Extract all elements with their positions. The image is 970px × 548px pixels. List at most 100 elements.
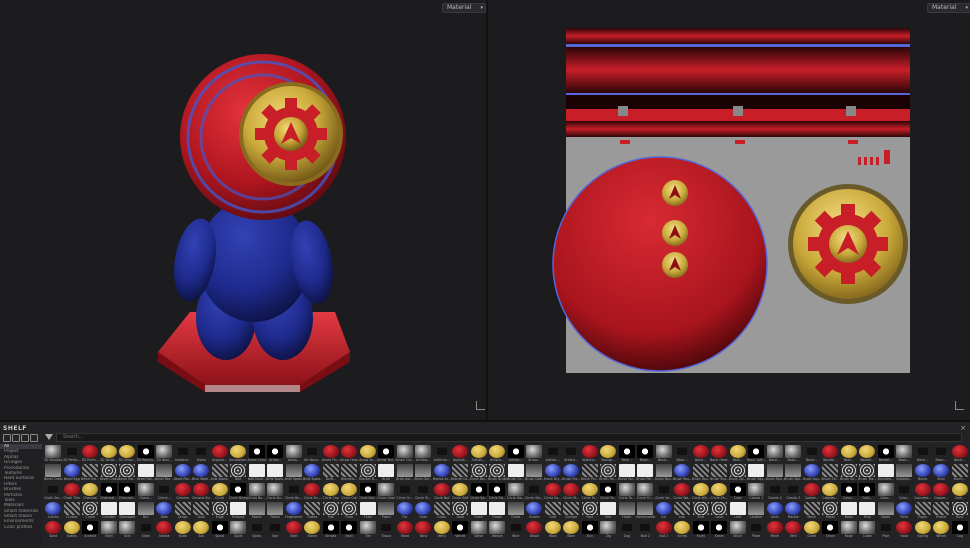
shelf-asset-tile[interactable]: Brush Squ...	[747, 463, 766, 482]
shelf-asset-tile[interactable]: Artistic...	[507, 444, 526, 463]
shelf-asset-tile[interactable]: Grain	[470, 501, 489, 520]
shelf-asset-tile[interactable]: Artistic...	[562, 444, 581, 463]
shelf-asset-tile[interactable]: Spiral	[211, 520, 230, 539]
shelf-asset-tile[interactable]: Veins	[433, 520, 452, 539]
shelf-asset-tile[interactable]: Vent	[784, 520, 803, 539]
shelf-asset-tile[interactable]: Swirl	[340, 520, 359, 539]
shelf-asset-tile[interactable]: Brick poi...	[396, 463, 415, 482]
filter-icon[interactable]	[45, 434, 53, 440]
shelf-asset-tile[interactable]: Anisotro...	[174, 444, 193, 463]
shelf-asset-tile[interactable]: Burn	[932, 463, 951, 482]
shelf-asset-tile[interactable]: Basic...	[803, 444, 822, 463]
shelf-asset-tile[interactable]: Fluid	[359, 501, 378, 520]
shelf-asset-tile[interactable]: Bevel Rec...	[155, 463, 174, 482]
shelf-asset-tile[interactable]: Smoke	[155, 520, 174, 539]
shelf-asset-tile[interactable]: Wheel	[932, 520, 951, 539]
shelf-asset-tile[interactable]: Bronze Ar...	[433, 463, 452, 482]
shelf-asset-tile[interactable]: Hair	[581, 501, 600, 520]
shelf-asset-tile[interactable]: Brush Str...	[840, 463, 859, 482]
shelf-asset-tile[interactable]: Brush Dry...	[544, 463, 563, 482]
shelf-asset-tile[interactable]: Bevel Rec...	[137, 463, 155, 482]
shelf-asset-tile[interactable]: Zig	[599, 520, 618, 539]
shelf-asset-tile[interactable]: Brick Ger...	[414, 463, 433, 482]
shelf-asset-tile[interactable]: Wire	[507, 520, 526, 539]
shelf-asset-tile[interactable]: Lines	[766, 501, 785, 520]
shelf-asset-tile[interactable]: Basic Hard...	[710, 444, 729, 463]
shelf-asset-tile[interactable]: Clouds 3	[784, 482, 803, 501]
shelf-asset-tile[interactable]: Brush Rou...	[655, 463, 673, 482]
shelf-asset-tile[interactable]: Brush Str...	[821, 463, 840, 482]
shelf-asset-tile[interactable]: Twist	[414, 520, 433, 539]
shelf-asset-tile[interactable]: Circle Tri...	[636, 482, 655, 501]
shelf-asset-tile[interactable]: Tissue	[377, 520, 396, 539]
shelf-asset-tile[interactable]: Stone	[303, 520, 322, 539]
shelf-asset-tile[interactable]: Bevel Hal...	[118, 463, 137, 482]
shelf-asset-tile[interactable]: Zag	[618, 520, 637, 539]
shelf-asset-tile[interactable]: Foam	[377, 501, 396, 520]
shelf-asset-tile[interactable]: Basic...	[895, 444, 914, 463]
shelf-asset-tile[interactable]: Bolt Smal...	[248, 463, 267, 482]
shelf-asset-tile[interactable]: Shell	[100, 520, 119, 539]
shelf-asset-tile[interactable]: Holes	[618, 501, 637, 520]
shelf-asset-tile[interactable]: Knit	[692, 501, 711, 520]
shelf-asset-tile[interactable]: Brackets...	[340, 463, 359, 482]
shelf-asset-tile[interactable]: Alpha	[192, 444, 211, 463]
shelf-asset-tile[interactable]: 3D Worl...	[155, 444, 174, 463]
shelf-asset-tile[interactable]: Rope	[840, 520, 859, 539]
shelf-asset-tile[interactable]: Brush Sha...	[710, 463, 729, 482]
shelf-asset-tile[interactable]: Gold	[451, 501, 470, 520]
shelf-asset-tile[interactable]: Grate	[803, 520, 822, 539]
shelf-asset-tile[interactable]: 3D Perlin...	[81, 444, 100, 463]
shelf-asset-tile[interactable]: Circle Wa...	[673, 482, 692, 501]
shelf-asset-tile[interactable]: Circle Ste...	[525, 482, 544, 501]
shelf-asset-tile[interactable]: Grass	[507, 501, 526, 520]
shelf-asset-tile[interactable]: Brush Tex...	[858, 463, 877, 482]
shelf-asset-tile[interactable]: Color...	[895, 482, 914, 501]
shelf-asset-tile[interactable]: Circle Bump	[229, 482, 248, 501]
shelf-asset-tile[interactable]: Snow	[174, 520, 193, 539]
shelf-asset-tile[interactable]: Charcoal...	[100, 482, 119, 501]
shelf-asset-tile[interactable]: Flakes	[303, 501, 322, 520]
shelf-asset-tile[interactable]: Check...	[155, 482, 174, 501]
shelf-asset-tile[interactable]: Zinc	[581, 520, 600, 539]
shelf-asset-tile[interactable]: Circle To...	[618, 482, 637, 501]
shelf-asset-tile[interactable]: Velvet	[451, 520, 470, 539]
shelf-asset-tile[interactable]: Bevel Hal...	[81, 463, 100, 482]
shelf-asset-tile[interactable]: Blue Wate...	[192, 463, 211, 482]
shelf-asset-tile[interactable]: Circle Coil	[340, 482, 359, 501]
shelf-asset-tile[interactable]: 3D Simplex...	[44, 444, 63, 463]
shelf-asset-tile[interactable]: Stitch	[729, 520, 748, 539]
shelf-asset-tile[interactable]: Mud	[858, 501, 877, 520]
shelf-asset-tile[interactable]: Circle Sq...	[488, 482, 507, 501]
shelf-asset-tile[interactable]: Bnw Spots...	[211, 463, 229, 482]
shelf-asset-tile[interactable]: Concrete...	[914, 482, 933, 501]
shelf-asset-tile[interactable]: Noise	[877, 501, 896, 520]
shelf-asset-tile[interactable]: Annotation...	[229, 444, 248, 463]
shelf-asset-tile[interactable]: Seam	[710, 520, 729, 539]
shelf-asset-tile[interactable]: Fabric	[248, 501, 267, 520]
shelf-asset-tile[interactable]: Nut 2	[655, 520, 674, 539]
shelf-asset-tile[interactable]: Fingerprint	[285, 501, 304, 520]
shelf-asset-tile[interactable]: Fibers	[266, 501, 285, 520]
shelf-asset-tile[interactable]: Circle Ze...	[710, 482, 729, 501]
shelf-asset-tile[interactable]: Plastic	[932, 501, 951, 520]
shelf-asset-tile[interactable]: Circle Ta...	[581, 482, 600, 501]
folder-icon[interactable]	[3, 434, 11, 442]
viewport-2d[interactable]: Material ▾	[488, 0, 970, 420]
shelf-asset-tile[interactable]: Bevel Rec...	[174, 463, 192, 482]
shelf-asset-tile[interactable]: Drops	[174, 501, 193, 520]
shelf-asset-tile[interactable]: Floor	[340, 501, 359, 520]
shelf-asset-tile[interactable]: Leaf	[729, 501, 748, 520]
shelf-asset-tile[interactable]: Brush Bar...	[470, 463, 489, 482]
shelf-asset-tile[interactable]: Arrow Fin...	[322, 444, 341, 463]
shelf-asset-tile[interactable]: Leather	[747, 501, 766, 520]
shelf-asset-tile[interactable]: Circle Ta...	[599, 482, 618, 501]
shelf-asset-tile[interactable]: Brush Brush...	[488, 463, 507, 482]
shelf-asset-tile[interactable]: Spring	[914, 520, 933, 539]
import-icon[interactable]	[21, 434, 29, 442]
shelf-asset-tile[interactable]: Charcoal...	[118, 482, 137, 501]
shelf-asset-tile[interactable]: Bark...	[840, 444, 859, 463]
shelf-asset-tile[interactable]: Pipe	[877, 520, 896, 539]
shelf-asset-tile[interactable]: Angular...	[211, 444, 230, 463]
shelf-asset-tile[interactable]: Gear	[414, 501, 433, 520]
